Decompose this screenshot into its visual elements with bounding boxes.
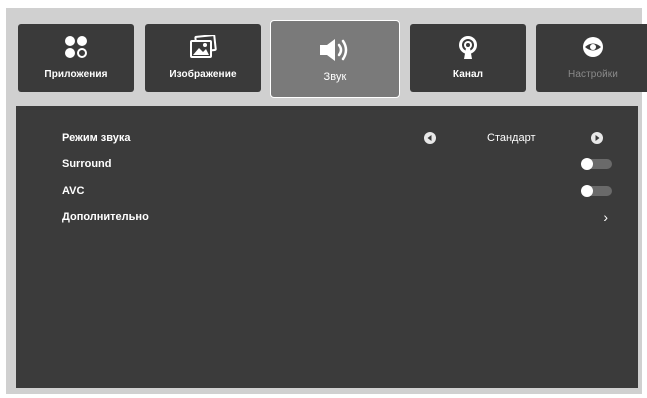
tab-apps[interactable]: Приложения — [18, 24, 134, 92]
antenna-icon — [410, 34, 526, 60]
arrow-left-icon[interactable] — [424, 132, 436, 144]
toggle-knob — [581, 185, 593, 197]
sound-mode-value: Стандарт — [487, 132, 536, 144]
avc-label: AVC — [62, 185, 85, 197]
surround-toggle[interactable] — [581, 158, 612, 170]
tab-picture[interactable]: Изображение — [145, 24, 261, 92]
sound-mode-row[interactable]: Режим звука Стандарт — [62, 127, 612, 149]
sound-mode-label: Режим звука — [62, 132, 131, 144]
tab-channel[interactable]: Канал — [410, 24, 526, 92]
avc-row[interactable]: AVC — [62, 180, 612, 202]
tab-label: Звук — [323, 71, 347, 83]
tab-sound[interactable]: Звук — [270, 20, 400, 98]
arrow-right-icon[interactable] — [591, 132, 603, 144]
chevron-right-icon: › — [603, 209, 608, 225]
toggle-knob — [581, 158, 593, 170]
tab-bar: Приложения Изображение Звук Канал Настро… — [18, 20, 647, 100]
tab-label: Изображение — [169, 69, 237, 80]
surround-row[interactable]: Surround — [62, 153, 612, 175]
tv-menu-frame: Приложения Изображение Звук Канал Настро… — [6, 8, 647, 394]
sound-settings-panel: Режим звука Стандарт Surround AVC Дополн… — [16, 106, 638, 388]
surround-label: Surround — [62, 158, 112, 170]
eye-icon — [536, 34, 647, 60]
speaker-icon — [271, 37, 399, 63]
advanced-label: Дополнительно — [62, 211, 149, 223]
picture-icon — [145, 34, 261, 60]
tab-label: Приложения — [44, 69, 108, 80]
advanced-row[interactable]: Дополнительно › — [62, 206, 612, 228]
avc-toggle[interactable] — [581, 185, 612, 197]
apps-icon — [18, 34, 134, 60]
tab-label: Канал — [452, 69, 484, 80]
tab-label: Настройки — [568, 69, 618, 80]
tab-settings[interactable]: Настройки — [536, 24, 647, 92]
